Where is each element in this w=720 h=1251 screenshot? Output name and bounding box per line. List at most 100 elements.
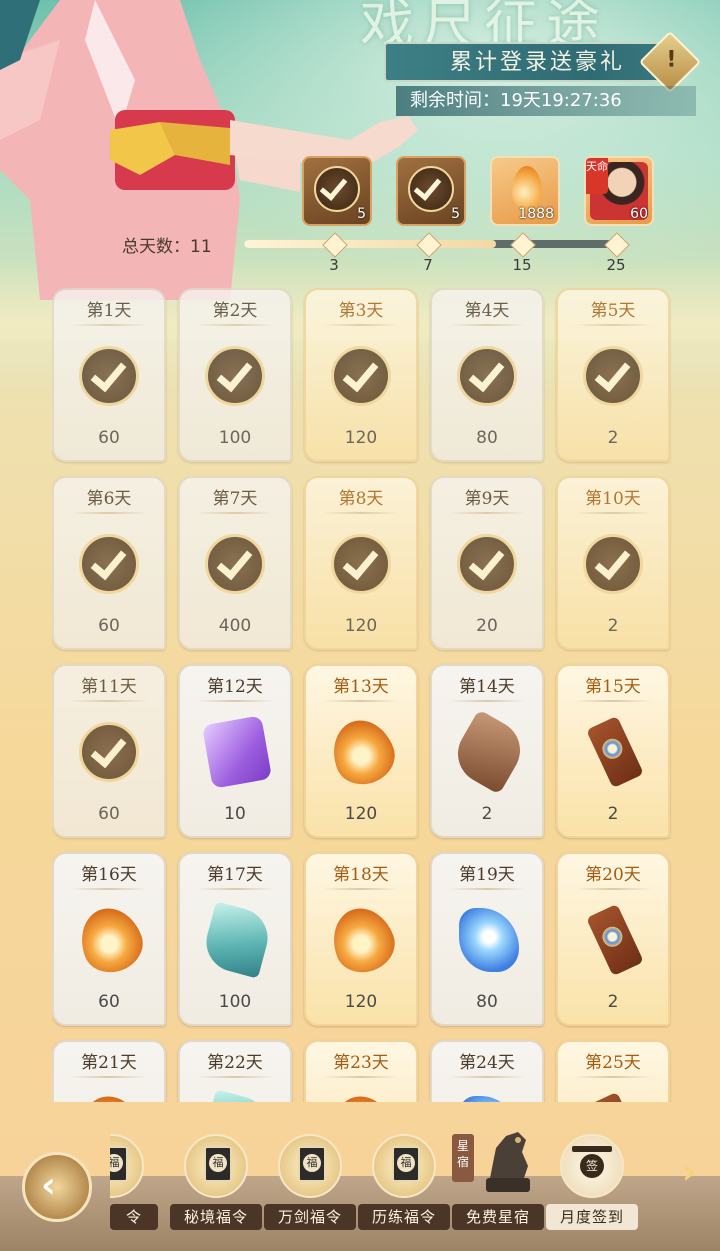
reward-quantity: 60 (98, 428, 120, 448)
day-card-24[interactable]: 第24天 (430, 1040, 544, 1102)
day-card-22[interactable]: 第22天 (178, 1040, 292, 1102)
day-label: 第6天 (86, 489, 132, 509)
daily-reward-grid[interactable]: 第1天 60 第2天 100 第3天 120 第4天 80 第5天 2 第6天 60 第7天 400 第8天… (52, 288, 672, 1102)
day-label: 第18天 (333, 865, 389, 885)
milestone-reward-4[interactable]: 天命 60 (584, 156, 654, 226)
divider (574, 700, 652, 702)
day-label: 第3天 (338, 301, 384, 321)
check-icon (79, 722, 139, 782)
day-card-9[interactable]: 第9天 20 (430, 476, 544, 650)
day-card-5[interactable]: 第5天 2 (556, 288, 670, 462)
flame-feather-icon (512, 166, 542, 210)
day-card-11[interactable]: 第11天 60 (52, 664, 166, 838)
day-label: 第13天 (333, 677, 389, 697)
day-card-2[interactable]: 第2天 100 (178, 288, 292, 462)
day-label: 第24天 (459, 1053, 515, 1073)
day-card-21[interactable]: 第21天 (52, 1040, 166, 1102)
tab-partial[interactable]: 福 令 (110, 1126, 158, 1236)
talisman-icon (586, 1091, 644, 1102)
tab-free-xingxiu[interactable]: 星宿 免费星宿 (452, 1126, 544, 1236)
back-button[interactable]: ‹ (22, 1152, 92, 1222)
timer-label: 剩余时间： (410, 90, 500, 111)
progress-fill (244, 240, 496, 248)
divider (322, 512, 400, 514)
reward-quantity: 120 (344, 992, 378, 1012)
reward-quantity: 120 (344, 428, 378, 448)
crystal-icon (459, 908, 519, 972)
day-label: 第7天 (212, 489, 258, 509)
milestone-reward-3[interactable]: 1888 (490, 156, 560, 226)
milestone-count: 5 (451, 206, 460, 222)
total-days: 总天数：11 (122, 232, 212, 257)
tab-monthly-signin[interactable]: 签 月度签到 (546, 1126, 638, 1236)
day-label: 第14天 (459, 677, 515, 697)
day-card-19[interactable]: 第19天 80 (430, 852, 544, 1026)
divider (322, 888, 400, 890)
day-card-15[interactable]: 第15天 2 (556, 664, 670, 838)
day-card-12[interactable]: 第12天 10 (178, 664, 292, 838)
divider (574, 888, 652, 890)
day-card-3[interactable]: 第3天 120 (304, 288, 418, 462)
check-icon (331, 346, 391, 406)
check-icon (583, 346, 643, 406)
day-card-17[interactable]: 第17天 100 (178, 852, 292, 1026)
check-icon (205, 534, 265, 594)
tab-label: 历练福令 (358, 1204, 450, 1230)
divider (448, 324, 526, 326)
divider (196, 324, 274, 326)
day-card-16[interactable]: 第16天 60 (52, 852, 166, 1026)
tab-mijing-fuling[interactable]: 福 秘境福令 (170, 1126, 262, 1236)
day-label: 第17天 (207, 865, 263, 885)
milestone-count: 1888 (518, 206, 554, 222)
day-card-20[interactable]: 第20天 2 (556, 852, 670, 1026)
scroll-right-arrow-icon[interactable]: › (682, 1152, 696, 1192)
divider (448, 888, 526, 890)
divider (196, 700, 274, 702)
book-fu-icon: 福 (110, 1134, 144, 1198)
event-banner: 累计登录送豪礼 (384, 42, 680, 82)
day-card-1[interactable]: 第1天 60 (52, 288, 166, 462)
day-card-6[interactable]: 第6天 60 (52, 476, 166, 650)
milestone-count: 5 (357, 206, 366, 222)
divider (574, 512, 652, 514)
tab-wanjian-fuling[interactable]: 福 万剑福令 (264, 1126, 356, 1236)
flame-icon (323, 711, 403, 793)
tab-label: 万剑福令 (264, 1204, 356, 1230)
reward-quantity: 100 (218, 992, 252, 1012)
day-card-18[interactable]: 第18天 120 (304, 852, 418, 1026)
check-icon (331, 534, 391, 594)
day-card-7[interactable]: 第7天 400 (178, 476, 292, 650)
progress-node-label: 15 (512, 256, 532, 274)
day-card-13[interactable]: 第13天 120 (304, 664, 418, 838)
reward-quantity: 100 (218, 428, 252, 448)
divider (574, 324, 652, 326)
day-label: 第2天 (212, 301, 258, 321)
day-card-23[interactable]: 第23天 (304, 1040, 418, 1102)
xingxiu-tag: 星宿 (452, 1134, 474, 1182)
day-card-14[interactable]: 第14天 2 (430, 664, 544, 838)
divider (70, 324, 148, 326)
divider (70, 512, 148, 514)
timer-value: 19天19:27:36 (500, 90, 622, 111)
reward-quantity: 2 (481, 804, 493, 824)
day-card-8[interactable]: 第8天 120 (304, 476, 418, 650)
reward-quantity: 10 (224, 804, 246, 824)
milestone-reward-2[interactable]: 5 (396, 156, 466, 226)
divider (196, 1076, 274, 1078)
total-days-value: 11 (190, 237, 212, 257)
reward-quantity: 80 (476, 428, 498, 448)
day-label: 第10天 (585, 489, 641, 509)
star-beast-icon (486, 1132, 530, 1192)
countdown-timer: 剩余时间：19天19:27:36 (396, 86, 696, 116)
day-card-10[interactable]: 第10天 2 (556, 476, 670, 650)
tab-lilian-fuling[interactable]: 福 历练福令 (358, 1126, 450, 1236)
milestone-reward-1[interactable]: 5 (302, 156, 372, 226)
divider (322, 1076, 400, 1078)
day-card-25[interactable]: 第25天 (556, 1040, 670, 1102)
reward-quantity: 80 (476, 992, 498, 1012)
day-label: 第11天 (81, 677, 137, 697)
book-fu-icon: 福 (278, 1134, 342, 1198)
day-label: 第25天 (585, 1053, 641, 1073)
day-label: 第22天 (207, 1053, 263, 1073)
day-card-4[interactable]: 第4天 80 (430, 288, 544, 462)
